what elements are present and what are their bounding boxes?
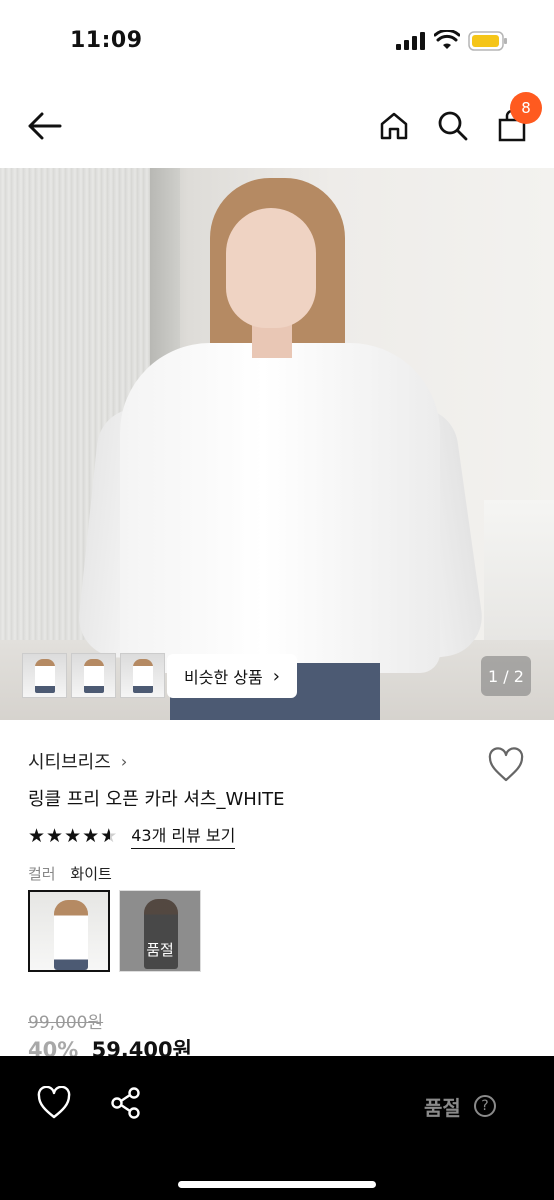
model-white-shirt [120, 343, 440, 673]
bottom-action-bar: 품절 ? [0, 1056, 554, 1200]
similar-products-label: 비슷한 상품 [184, 668, 263, 687]
wifi-icon [434, 30, 460, 49]
status-bar: 11:09 [0, 0, 554, 84]
star-icon: ★ [28, 824, 46, 847]
rating-row: ★ ★ ★ ★ ★ 43개 리뷰 보기 [28, 822, 236, 849]
star-icon: ★ [82, 824, 100, 847]
wishlist-heart-icon[interactable] [487, 747, 525, 783]
home-indicator [178, 1181, 376, 1188]
product-image-gallery[interactable]: 비슷한 상품 › 1 / 2 [0, 168, 554, 720]
reviews-link[interactable]: 43개 리뷰 보기 [131, 822, 236, 849]
heart-icon[interactable] [36, 1086, 72, 1120]
top-navigation [0, 84, 554, 168]
brand-name: 시티브리즈 [28, 752, 111, 773]
search-icon[interactable] [433, 106, 473, 146]
battery-icon [468, 31, 507, 51]
signal-icon [396, 32, 425, 50]
back-arrow-icon[interactable] [24, 106, 64, 146]
gallery-thumbnail[interactable] [120, 653, 165, 698]
gallery-thumbnails [22, 653, 165, 698]
color-swatch-white[interactable] [28, 890, 110, 972]
similar-products-button[interactable]: 비슷한 상품 › [167, 654, 297, 698]
half-star-icon: ★ [100, 825, 117, 847]
color-option-row: 컬러 화이트 [28, 863, 112, 884]
star-icon: ★ [46, 824, 64, 847]
soldout-button[interactable]: 품절 [424, 1092, 461, 1121]
image-page-indicator: 1 / 2 [481, 656, 531, 696]
cart-count-badge: 8 [510, 92, 542, 124]
help-icon[interactable]: ? [474, 1095, 496, 1117]
status-time: 11:09 [70, 28, 143, 53]
product-title: 링클 프리 오픈 카라 셔츠_WHITE [28, 789, 285, 810]
share-icon[interactable] [110, 1086, 142, 1120]
color-value: 화이트 [70, 865, 112, 883]
star-icon: ★ [64, 824, 82, 847]
chevron-right-icon: › [120, 751, 128, 771]
chevron-right-icon: › [272, 665, 280, 687]
brand-link[interactable]: 시티브리즈 › [28, 748, 127, 774]
gallery-thumbnail[interactable] [22, 653, 67, 698]
color-swatch-black[interactable]: 품절 [119, 890, 201, 972]
star-rating: ★ ★ ★ ★ ★ [28, 825, 117, 847]
model-face [226, 208, 316, 328]
original-price: 99,000원 [28, 1013, 104, 1033]
color-label: 컬러 [28, 865, 56, 883]
gallery-thumbnail[interactable] [71, 653, 116, 698]
home-icon[interactable] [374, 106, 414, 146]
swatch-soldout-label: 품절 [146, 941, 174, 959]
swatch-thumbnail [54, 900, 88, 970]
